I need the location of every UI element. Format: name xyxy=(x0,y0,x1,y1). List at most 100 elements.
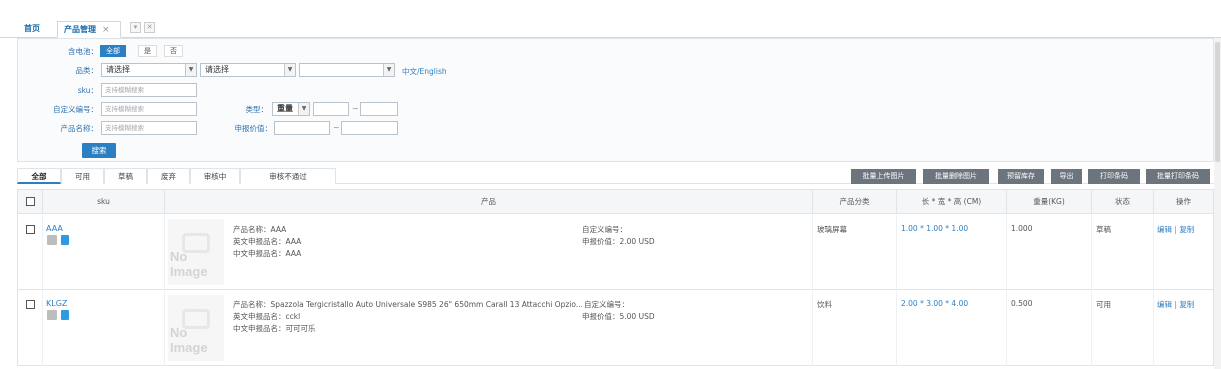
print-barcode-button[interactable]: 打印条码 xyxy=(1088,169,1140,184)
row-actions: 编辑 | 复制 xyxy=(1157,299,1194,310)
close-icon[interactable]: × xyxy=(102,25,110,35)
product-name-input[interactable]: 支持模糊搜索 xyxy=(101,121,197,135)
product-thumbnail: No Image xyxy=(168,219,224,285)
product-thumbnail: No Image xyxy=(168,295,224,361)
cell-divider xyxy=(896,291,897,366)
cell-divider xyxy=(812,291,813,366)
header-category: 产品分类 xyxy=(812,190,896,214)
no-image-text: No Image xyxy=(170,325,208,355)
product-weight: 1.000 xyxy=(1011,224,1033,233)
cell-divider xyxy=(896,215,897,289)
status-badge: 草稿 xyxy=(1096,225,1111,234)
product-weight: 0.500 xyxy=(1011,299,1033,308)
header-actions: 操作 xyxy=(1153,190,1213,214)
header-weight: 重量(KG) xyxy=(1006,190,1091,214)
chevron-down-icon: ▼ xyxy=(298,103,309,115)
product-dimensions[interactable]: 1.00 * 1.00 * 1.00 xyxy=(901,224,968,233)
status-tab-available[interactable]: 可用 xyxy=(61,168,104,184)
status-tab-discarded[interactable]: 废弃 xyxy=(147,168,190,184)
edit-link[interactable]: 编辑 xyxy=(1157,300,1172,309)
chevron-down-icon: ▼ xyxy=(284,64,295,76)
cell-divider xyxy=(812,215,813,289)
sku-link[interactable]: KLGZ xyxy=(46,299,67,308)
reserve-stock-button[interactable]: 预留库存 xyxy=(998,169,1044,184)
select-all-checkbox[interactable] xyxy=(26,197,35,206)
scrollbar-thumb[interactable] xyxy=(1215,42,1220,162)
product-dimensions[interactable]: 2.00 * 3.00 * 4.00 xyxy=(901,299,968,308)
lock-icon[interactable] xyxy=(61,310,69,320)
range-tilde: ~ xyxy=(352,104,359,113)
sku-link[interactable]: AAA xyxy=(46,224,63,233)
no-image-text: No Image xyxy=(170,249,208,279)
type-min-input[interactable] xyxy=(313,102,349,116)
tab-home[interactable]: 首页 xyxy=(18,21,46,38)
copy-link[interactable]: 复制 xyxy=(1179,225,1194,234)
category-label: 品类： xyxy=(75,66,99,75)
status-tab-all[interactable]: 全部 xyxy=(17,168,61,184)
battery-option-no[interactable]: 否 xyxy=(164,45,183,57)
custom-no-input[interactable]: 支持模糊搜索 xyxy=(101,102,197,116)
cell-divider xyxy=(1153,215,1154,289)
product-en-declare: 英文申报品名：cckl xyxy=(233,312,301,321)
category-select-2[interactable]: 请选择 ▼ xyxy=(200,63,296,77)
header-dimensions: 长 * 宽 * 高 (CM) xyxy=(896,190,1006,214)
edit-link[interactable]: 编辑 xyxy=(1157,225,1172,234)
batch-delete-images-button[interactable]: 批量删除图片 xyxy=(923,169,989,184)
product-name: 产品名称：AAA xyxy=(233,225,287,234)
copy-link[interactable]: 复制 xyxy=(1179,300,1194,309)
table-header: sku 产品 产品分类 长 * 宽 * 高 (CM) 重量(KG) 状态 操作 xyxy=(18,190,1213,214)
status-tab-reviewing[interactable]: 审核中 xyxy=(190,168,240,184)
battery-option-yes[interactable]: 是 xyxy=(138,45,157,57)
sku-input[interactable]: 支持模糊搜索 xyxy=(101,83,197,97)
status-tab-rejected[interactable]: 审核不通过 xyxy=(240,168,336,184)
table-row: KLGZ No Image 产品名称：Spazzola Tergicristal… xyxy=(18,291,1213,366)
product-category: 饮料 xyxy=(817,300,832,309)
cell-divider xyxy=(164,291,165,366)
image-icon[interactable] xyxy=(47,235,57,245)
batch-print-barcode-button[interactable]: 批量打印条码 xyxy=(1146,169,1210,184)
table-row: AAA No Image 产品名称：AAA 英文申报品名：AAA 中文申报品名：… xyxy=(18,215,1213,290)
cell-divider xyxy=(42,215,43,289)
type-select-value: 重量 xyxy=(277,104,293,113)
battery-option-all[interactable]: 全部 xyxy=(100,45,126,57)
chevron-down-icon: ▼ xyxy=(383,64,394,76)
custom-no-label: 自定义编号： xyxy=(53,105,98,114)
language-toggle-link[interactable]: 中文/English xyxy=(402,66,447,77)
lock-icon[interactable] xyxy=(61,235,69,245)
product-en-declare: 英文申报品名：AAA xyxy=(233,237,302,246)
tab-label: 产品管理 xyxy=(64,25,96,34)
declare-min-input[interactable] xyxy=(274,121,330,135)
cell-divider xyxy=(1006,291,1007,366)
vertical-scrollbar[interactable] xyxy=(1214,38,1221,369)
product-custom-no: 自定义编号： xyxy=(582,299,629,310)
tab-product-management[interactable]: 产品管理 × xyxy=(57,21,121,38)
declare-value-label: 申报价值： xyxy=(234,124,273,133)
batch-upload-images-button[interactable]: 批量上传图片 xyxy=(851,169,916,184)
type-select[interactable]: 重量 ▼ xyxy=(272,102,310,116)
row-checkbox[interactable] xyxy=(26,300,35,309)
action-separator: | xyxy=(1174,300,1177,309)
row-checkbox[interactable] xyxy=(26,225,35,234)
type-max-input[interactable] xyxy=(360,102,398,116)
type-label: 类型： xyxy=(245,105,269,114)
cell-divider xyxy=(164,215,165,289)
export-button[interactable]: 导出 xyxy=(1051,169,1082,184)
search-button[interactable]: 搜索 xyxy=(82,143,116,158)
cell-divider xyxy=(1153,291,1154,366)
tab-dropdown-icon[interactable]: ▾ xyxy=(130,22,141,33)
declare-max-input[interactable] xyxy=(341,121,398,135)
product-name-label: 产品名称： xyxy=(60,124,99,133)
header-status: 状态 xyxy=(1091,190,1153,214)
category-select-3[interactable]: ▼ xyxy=(299,63,395,77)
tab-close-all-icon[interactable]: ✕ xyxy=(144,22,155,33)
status-tab-draft[interactable]: 草稿 xyxy=(104,168,147,184)
filter-panel: 含电池： 全部 是 否 品类： 请选择 ▼ 请选择 ▼ ▼ 中文/English… xyxy=(17,38,1214,162)
image-icon[interactable] xyxy=(47,310,57,320)
category-select-2-value: 请选择 xyxy=(205,65,229,74)
product-declare-value: 申报价值：2.00 USD xyxy=(582,237,655,246)
status-badge: 可用 xyxy=(1096,300,1111,309)
header-sku: sku xyxy=(42,190,164,214)
cell-divider xyxy=(1006,215,1007,289)
category-select-1[interactable]: 请选择 ▼ xyxy=(101,63,197,77)
header-product: 产品 xyxy=(164,190,812,214)
